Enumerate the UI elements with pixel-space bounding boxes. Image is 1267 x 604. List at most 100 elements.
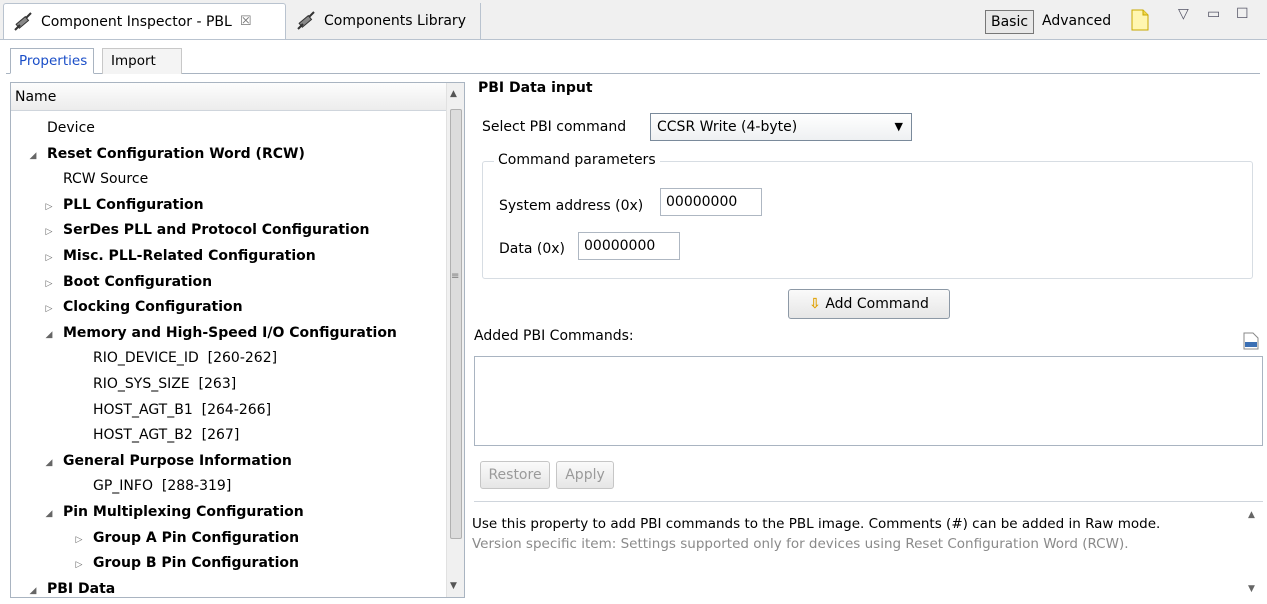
command-parameters-group (482, 161, 1253, 279)
expand-triangle-icon[interactable]: ▷ (41, 195, 57, 221)
expand-triangle-icon[interactable]: ▷ (41, 220, 57, 246)
tree-row[interactable]: ◢ Pin Multiplexing Configuration (11, 500, 397, 526)
tree-row[interactable]: ◢ PBI Data (11, 577, 397, 603)
scroll-up-icon[interactable]: ▲ (1248, 510, 1255, 520)
tree-row[interactable]: RCW Source (11, 167, 397, 193)
tree-row-label: Clocking Configuration (63, 299, 243, 316)
tree-column-header[interactable]: Name (11, 83, 464, 111)
plug-icon (297, 11, 315, 30)
collapse-triangle-icon[interactable]: ◢ (41, 323, 57, 349)
help-divider (474, 501, 1263, 502)
tree-row[interactable]: ▷ SerDes PLL and Protocol Configuration (11, 218, 397, 244)
editor-tab-bar: Component Inspector - PBL ☒ Components L… (0, 0, 1267, 40)
tab-components-library[interactable]: Components Library (287, 3, 481, 39)
tree-row[interactable]: HOST_AGT_B1 [264-266] (11, 398, 397, 424)
pbi-command-value: CCSR Write (4-byte) (657, 119, 798, 135)
expand-triangle-icon[interactable]: ▷ (41, 272, 57, 298)
help-main-text: Use this property to add PBI commands to… (472, 516, 1161, 532)
tree-row-label: Boot Configuration (63, 273, 213, 290)
collapse-triangle-icon[interactable]: ◢ (25, 579, 41, 604)
tab-properties[interactable]: Properties (10, 48, 94, 74)
minimize-icon[interactable]: ▭ (1207, 6, 1220, 22)
tree-scrollbar[interactable]: ▲ ≡ ▼ (446, 83, 464, 597)
tree-row-label: Group A Pin Configuration (93, 529, 300, 546)
collapse-triangle-icon[interactable]: ◢ (41, 451, 57, 477)
tree-row-label: Group B Pin Configuration (93, 555, 299, 572)
add-command-button[interactable]: ⇩ Add Command (788, 289, 950, 319)
binary-file-icon[interactable] (1243, 332, 1259, 350)
tree-row-label: PBI Data (47, 580, 116, 597)
tree-row-label: PLL Configuration (63, 196, 204, 213)
scroll-down-icon[interactable]: ▼ (450, 581, 457, 591)
tree-row-label: SerDes PLL and Protocol Configuration (63, 222, 370, 239)
expand-triangle-icon[interactable]: ▷ (41, 246, 57, 272)
select-pbi-command-label: Select PBI command (482, 119, 627, 135)
tree-row[interactable]: RIO_DEVICE_ID [260-262] (11, 346, 397, 372)
tree-row-label: Memory and High-Speed I/O Configuration (63, 324, 397, 341)
tree-row[interactable]: ▷ Boot Configuration (11, 270, 397, 296)
expand-triangle-icon[interactable]: ▷ (71, 553, 87, 579)
tree-row-label: Misc. PLL-Related Configuration (63, 247, 316, 264)
basic-mode-button[interactable]: Basic (985, 10, 1035, 34)
help-scrollbar[interactable]: ▲ ▼ (1245, 508, 1261, 596)
tree-row-label: Pin Multiplexing Configuration (63, 503, 304, 520)
tree-row[interactable]: GP_INFO [288-319] (11, 474, 397, 500)
plug-icon (14, 11, 32, 31)
data-label: Data (0x) (499, 241, 565, 257)
tree-row-label: Reset Configuration Word (RCW) (47, 145, 305, 162)
scrollbar-thumb[interactable] (450, 109, 462, 539)
scrollbar-grip-icon: ≡ (451, 271, 460, 282)
apply-button[interactable]: Apply (556, 461, 614, 489)
help-text: Use this property to add PBI commands to… (472, 514, 1242, 554)
tree-row[interactable]: RIO_SYS_SIZE [263] (11, 372, 397, 398)
tree-row-label: RIO_DEVICE_ID [260-262] (93, 350, 278, 367)
expand-triangle-icon[interactable]: ▷ (41, 297, 57, 323)
add-arrow-icon: ⇩ (809, 296, 821, 312)
tree-rows: Device ◢ Reset Configuration Word (RCW) RCW… (11, 116, 397, 602)
system-address-field[interactable]: 00000000 (660, 188, 762, 216)
tree-row-label: HOST_AGT_B1 [264-266] (93, 401, 272, 418)
tab-library-label: Components Library (324, 13, 466, 29)
collapse-triangle-icon[interactable]: ◢ (41, 502, 57, 528)
pbi-section-title: PBI Data input (478, 80, 593, 96)
maximize-icon[interactable]: ☐ (1236, 6, 1249, 22)
advanced-mode-button[interactable]: Advanced (1037, 10, 1116, 34)
tree-row[interactable]: ◢ Reset Configuration Word (RCW) (11, 142, 397, 168)
data-field[interactable]: 00000000 (578, 232, 680, 260)
tree-row-label: RIO_SYS_SIZE [263] (93, 375, 237, 392)
tree-row-label: GP_INFO [288-319] (93, 478, 232, 495)
pbi-command-select[interactable]: CCSR Write (4-byte) ▼ (650, 113, 912, 141)
chevron-down-icon: ▼ (894, 120, 903, 133)
scroll-up-icon[interactable]: ▲ (450, 89, 457, 99)
tree-row[interactable]: ◢ Memory and High-Speed I/O Configuration (11, 321, 397, 347)
system-address-label: System address (0x) (499, 198, 644, 214)
tree-row[interactable]: ◢ General Purpose Information (11, 449, 397, 475)
tree-row[interactable]: ▷ Misc. PLL-Related Configuration (11, 244, 397, 270)
collapse-triangle-icon[interactable]: ◢ (25, 144, 41, 170)
new-note-icon[interactable] (1130, 8, 1150, 32)
restore-button[interactable]: Restore (480, 461, 550, 489)
tab-import[interactable]: Import (102, 48, 182, 74)
add-command-label: Add Command (825, 296, 929, 312)
tree-row[interactable]: ▷ PLL Configuration (11, 193, 397, 219)
command-parameters-title: Command parameters (494, 152, 660, 168)
inspector-subtabs: Properties Import (6, 44, 1260, 74)
tab-component-inspector[interactable]: Component Inspector - PBL ☒ (3, 3, 286, 39)
help-sub-text: Version specific item: Settings supporte… (472, 536, 1129, 552)
tree-row[interactable]: ▷ Group A Pin Configuration (11, 526, 397, 552)
scroll-down-icon[interactable]: ▼ (1248, 584, 1255, 594)
tree-row[interactable]: Device (11, 116, 397, 142)
tree-row-label: RCW Source (63, 171, 149, 188)
expand-triangle-icon[interactable]: ▷ (71, 528, 87, 554)
pbi-data-panel: PBI Data input Select PBI command CCSR W… (470, 78, 1267, 598)
tab-inspector-label: Component Inspector - PBL (41, 13, 232, 30)
tree-row-label: General Purpose Information (63, 452, 292, 469)
close-tab-icon[interactable]: ☒ (240, 14, 252, 29)
added-commands-list[interactable] (474, 356, 1263, 446)
tree-row[interactable]: HOST_AGT_B2 [267] (11, 423, 397, 449)
view-menu-icon[interactable]: ▽ (1178, 6, 1189, 22)
tree-row[interactable]: ▷ Group B Pin Configuration (11, 551, 397, 577)
tree-row[interactable]: ▷ Clocking Configuration (11, 295, 397, 321)
added-commands-label: Added PBI Commands: (474, 328, 634, 344)
tree-row-label: HOST_AGT_B2 [267] (93, 427, 240, 444)
